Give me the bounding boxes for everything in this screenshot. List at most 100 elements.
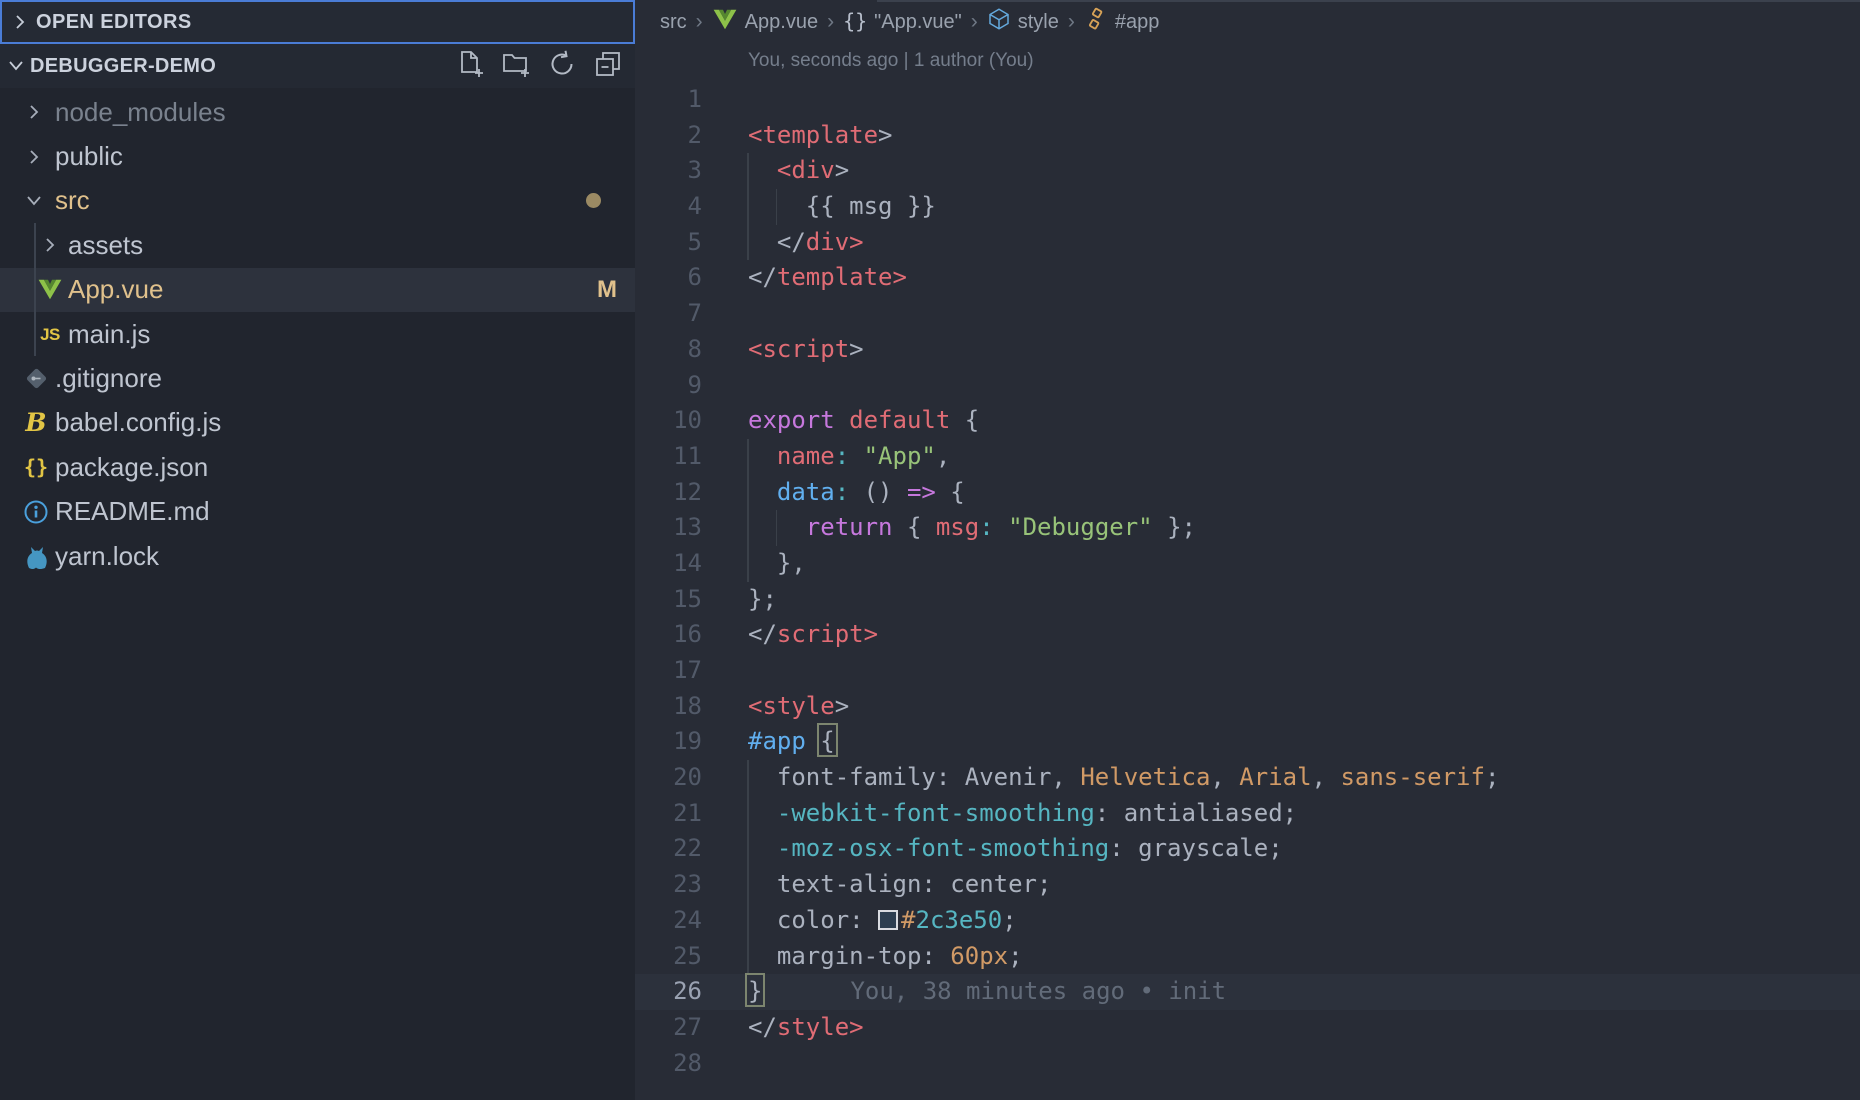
code-line-28[interactable]: 28: [635, 1046, 1860, 1082]
breadcrumb-item-src[interactable]: src: [660, 11, 687, 34]
gitlens-authors-codelens[interactable]: You, seconds ago | 1 author (You): [748, 46, 1034, 80]
line-number[interactable]: 12: [635, 475, 702, 511]
code-line-17[interactable]: 17: [635, 653, 1860, 689]
line-number[interactable]: 4: [635, 189, 702, 225]
code-line-13[interactable]: 13 return { msg: "Debugger" };: [635, 510, 1860, 546]
code-line-18[interactable]: 18<style>: [635, 689, 1860, 725]
file-label: yarn.lock: [55, 541, 159, 572]
breadcrumb-item-app-vue[interactable]: App.vue: [712, 8, 818, 37]
file-label: node_modules: [55, 97, 226, 128]
code-line-7[interactable]: 7: [635, 296, 1860, 332]
code-token: {: [893, 513, 936, 541]
tree-item-app-vue[interactable]: App.vueM: [0, 268, 635, 312]
git-modified-dot: [586, 193, 601, 208]
code-line-25[interactable]: 25 margin-top: 60px;: [635, 939, 1860, 975]
line-number[interactable]: 10: [635, 403, 702, 439]
line-number[interactable]: 9: [635, 368, 702, 404]
line-number[interactable]: 1: [635, 82, 702, 118]
code-line-10[interactable]: 10export default {: [635, 403, 1860, 439]
code-line-27[interactable]: 27</style>: [635, 1010, 1860, 1046]
breadcrumb-label: App.vue: [745, 11, 818, 34]
code-line-14[interactable]: 14 },: [635, 546, 1860, 582]
color-swatch[interactable]: [878, 910, 898, 930]
code-line-11[interactable]: 11 name: "App",: [635, 439, 1860, 475]
tree-item--gitignore[interactable]: .gitignore: [0, 356, 635, 400]
code-line-4[interactable]: 4 {{ msg }}: [635, 189, 1860, 225]
line-number[interactable]: 17: [635, 653, 702, 689]
line-number[interactable]: 6: [635, 260, 702, 296]
code-line-15[interactable]: 15};: [635, 582, 1860, 618]
breadcrumb-item-style[interactable]: style: [987, 7, 1059, 37]
line-number[interactable]: 21: [635, 796, 702, 832]
line-number[interactable]: 23: [635, 867, 702, 903]
code-line-2[interactable]: 2<template>: [635, 118, 1860, 154]
code-token: name: [777, 442, 835, 470]
tree-item-package-json[interactable]: {}package.json: [0, 445, 635, 489]
line-number[interactable]: 13: [635, 510, 702, 546]
line-number[interactable]: 22: [635, 831, 702, 867]
breadcrumb-item--app[interactable]: #app: [1084, 7, 1160, 37]
line-number[interactable]: 19: [635, 724, 702, 760]
js-icon: JS: [36, 326, 64, 343]
code-line-8[interactable]: 8<script>: [635, 332, 1860, 368]
line-number[interactable]: 8: [635, 332, 702, 368]
collapse-folders-button[interactable]: [593, 51, 623, 81]
code-token: "App": [864, 442, 936, 470]
gitlens-blame-annotation: You, 38 minutes ago • init: [850, 977, 1226, 1005]
code-line-21[interactable]: 21 -webkit-font-smoothing: antialiased;: [635, 796, 1860, 832]
line-number[interactable]: 2: [635, 118, 702, 154]
code-line-16[interactable]: 16</script>: [635, 617, 1860, 653]
tree-item-yarn-lock[interactable]: yarn.lock: [0, 534, 635, 578]
code-line-content: -webkit-font-smoothing: antialiased;: [748, 796, 1297, 832]
code-line-3[interactable]: 3 <div>: [635, 153, 1860, 189]
line-number[interactable]: 15: [635, 582, 702, 618]
line-number[interactable]: 27: [635, 1010, 702, 1046]
line-number[interactable]: 20: [635, 760, 702, 796]
tree-item-assets[interactable]: assets: [0, 223, 635, 267]
tree-item-node-modules[interactable]: node_modules: [0, 90, 635, 134]
code-line-5[interactable]: 5 </div>: [635, 225, 1860, 261]
line-number[interactable]: 16: [635, 617, 702, 653]
code-line-22[interactable]: 22 -moz-osx-font-smoothing: grayscale;: [635, 831, 1860, 867]
open-editors-section-header[interactable]: OPEN EDITORS: [0, 0, 635, 44]
code-line-content: }You, 38 minutes ago • init: [748, 974, 1226, 1010]
code-token: };: [748, 585, 777, 613]
tree-item-src[interactable]: src: [0, 179, 635, 223]
code-line-1[interactable]: 1: [635, 82, 1860, 118]
workspace-section-header[interactable]: DEBUGGER-DEMO: [0, 44, 635, 88]
refresh-explorer-button[interactable]: [547, 51, 577, 81]
line-number[interactable]: 11: [635, 439, 702, 475]
code-line-content: };: [748, 582, 777, 618]
code-area[interactable]: 12<template>3 <div>4 {{ msg }}5 </div>6<…: [635, 82, 1860, 1081]
code-line-26[interactable]: 26 }You, 38 minutes ago • init: [635, 974, 1860, 1010]
line-number[interactable]: 18: [635, 689, 702, 725]
code-line-19[interactable]: 19#app {: [635, 724, 1860, 760]
new-file-button[interactable]: [455, 51, 485, 81]
tree-item-readme-md[interactable]: README.md: [0, 490, 635, 534]
code-line-12[interactable]: 12 data: () => {: [635, 475, 1860, 511]
code-token: : grayscale;: [1109, 834, 1282, 862]
code-token: font-family: Avenir,: [748, 763, 1080, 791]
new-folder-button[interactable]: [501, 51, 531, 81]
breadcrumb-item--app-vue-[interactable]: {}"App.vue": [843, 11, 962, 34]
line-number[interactable]: 26: [635, 974, 702, 1010]
line-number[interactable]: 7: [635, 296, 702, 332]
code-line-content: -moz-osx-font-smoothing: grayscale;: [748, 831, 1283, 867]
code-line-20[interactable]: 20 font-family: Avenir, Helvetica, Arial…: [635, 760, 1860, 796]
code-line-24[interactable]: 24 color: #2c3e50;: [635, 903, 1860, 939]
code-token: div: [806, 228, 849, 256]
tree-item-babel-config-js[interactable]: Bbabel.config.js: [0, 401, 635, 445]
code-line-23[interactable]: 23 text-align: center;: [635, 867, 1860, 903]
code-line-6[interactable]: 6</template>: [635, 260, 1860, 296]
line-number[interactable]: 28: [635, 1046, 702, 1082]
line-number[interactable]: 14: [635, 546, 702, 582]
line-number[interactable]: 3: [635, 153, 702, 189]
line-number[interactable]: 5: [635, 225, 702, 261]
tree-item-public[interactable]: public: [0, 134, 635, 178]
code-token: (): [849, 478, 907, 506]
code-line-9[interactable]: 9: [635, 368, 1860, 404]
tree-item-main-js[interactable]: JSmain.js: [0, 312, 635, 356]
refresh-icon: [547, 49, 577, 84]
line-number[interactable]: 25: [635, 939, 702, 975]
line-number[interactable]: 24: [635, 903, 702, 939]
